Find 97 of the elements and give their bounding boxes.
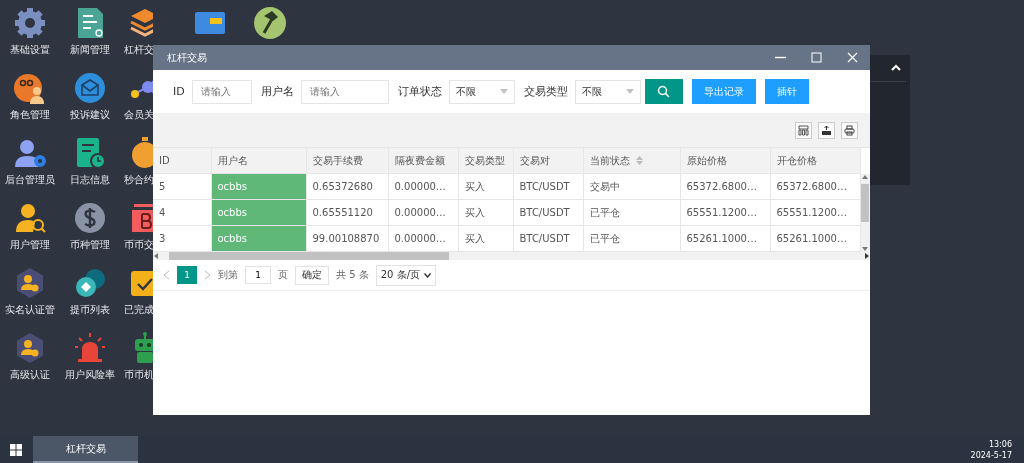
close-icon[interactable] — [846, 52, 858, 63]
scroll-left-icon[interactable] — [153, 253, 159, 259]
table-cell: 买入 — [458, 225, 513, 252]
table-cell: 已平仓 — [583, 225, 680, 252]
app-label[interactable]: 用户管理 — [10, 238, 50, 252]
column-header[interactable]: 交易对 — [513, 148, 583, 174]
search-button[interactable] — [644, 79, 683, 104]
app-label[interactable]: 秒合约 — [124, 173, 154, 187]
table-cell: 65372.6800… — [680, 173, 770, 200]
app-label[interactable]: 币种管理 — [70, 238, 110, 252]
table-cell: 65261.1000… — [770, 225, 860, 252]
table-cell: ocbbs — [211, 225, 306, 252]
table-cell: 3 — [153, 225, 211, 252]
dropdown-icon — [499, 89, 508, 94]
column-header[interactable]: 交易手续费 — [306, 148, 388, 174]
chevron-down-icon — [424, 272, 431, 278]
coins-icon[interactable] — [73, 266, 107, 300]
filter-label: 交易类型 — [523, 84, 568, 99]
table-cell: 4 — [153, 199, 211, 226]
app-label[interactable]: 实名认证管 — [5, 303, 55, 317]
maximize-icon[interactable] — [810, 52, 822, 63]
export-icon — [821, 124, 832, 136]
table-cell: 0.00000… — [388, 225, 458, 252]
page-input[interactable]: 1 — [245, 266, 271, 284]
select-field[interactable]: 不限 — [448, 79, 515, 104]
confirm-button[interactable]: 确定 — [295, 265, 329, 285]
columns-button[interactable] — [795, 121, 812, 139]
window-title: 杠杆交易 — [167, 50, 208, 65]
filter-label: ID — [173, 85, 185, 98]
table-cell: 65551.1200… — [770, 199, 860, 226]
table-cell: BTC/USDT — [513, 225, 583, 252]
export-button[interactable] — [818, 121, 835, 139]
column-header[interactable]: ID — [153, 148, 211, 174]
windows-start-icon[interactable] — [10, 443, 22, 456]
input-field[interactable]: 请输入 — [300, 79, 389, 104]
table-cell: ocbbs — [211, 199, 306, 226]
table-cell: BTC/USDT — [513, 173, 583, 200]
app-label[interactable]: 用户风险率 — [65, 368, 115, 382]
app-label[interactable]: 杠杆交 — [124, 43, 154, 57]
table-cell: 交易中 — [583, 173, 680, 200]
clock-time: 13:06 — [988, 438, 1012, 450]
table-cell: 买入 — [458, 199, 513, 226]
table-cell: 65551.1200… — [680, 199, 770, 226]
page-unit-label: 页 — [278, 268, 288, 282]
column-header[interactable]: 原始价格 — [680, 148, 770, 174]
app-label[interactable]: 投诉建议 — [70, 108, 110, 122]
column-header[interactable]: 交易类型 — [458, 148, 513, 174]
app-label[interactable]: 提币列表 — [70, 303, 110, 317]
table-cell: 已平仓 — [583, 199, 680, 226]
filter-label: 用户名 — [260, 84, 294, 99]
table-cell: 65261.1000… — [680, 225, 770, 252]
app-label[interactable]: 币币交 — [124, 238, 154, 252]
table-cell: 0.00000… — [388, 199, 458, 226]
total-count: 共 5 条 — [336, 268, 369, 282]
search-icon — [657, 85, 671, 98]
table-cell: 0.65372680 — [306, 173, 388, 200]
scroll-up-icon[interactable] — [862, 174, 869, 180]
user-search-icon[interactable] — [13, 201, 47, 235]
clock-date: 2024-5-17 — [970, 449, 1012, 461]
caret-icon[interactable] — [890, 63, 902, 73]
goto-label: 到第 — [218, 268, 238, 282]
app-label[interactable]: 角色管理 — [10, 108, 50, 122]
table-cell: 5 — [153, 173, 211, 200]
table-cell: 买入 — [458, 173, 513, 200]
app-label[interactable]: 高级认证 — [10, 368, 50, 382]
table-cell: BTC/USDT — [513, 199, 583, 226]
gear-icon[interactable] — [13, 6, 47, 40]
table-cell: 99.00108870 — [306, 225, 388, 252]
dollar-coin-icon[interactable] — [73, 201, 107, 235]
table-cell: 0.65551120 — [306, 199, 388, 226]
print-button[interactable] — [841, 121, 858, 139]
table-cell: ocbbs — [211, 173, 306, 200]
app-label[interactable]: 会员关 — [124, 108, 154, 122]
app-label[interactable]: 日志信息 — [70, 173, 110, 187]
select-field[interactable]: 不限 — [574, 79, 641, 104]
alarm-icon[interactable] — [73, 331, 107, 365]
column-header[interactable]: 用户名 — [211, 148, 306, 174]
print-icon — [844, 124, 855, 136]
taskbar-item[interactable]: 杠杆交易 — [33, 436, 138, 463]
dropdown-icon — [625, 89, 634, 94]
vertical-scrollbar[interactable] — [860, 174, 870, 252]
app-label[interactable]: 后台管理员 — [5, 173, 55, 187]
app-label[interactable]: 基础设置 — [10, 43, 50, 57]
hammer-icon[interactable] — [253, 6, 287, 40]
mail-icon[interactable] — [73, 71, 107, 105]
page-size-select[interactable]: 20 条/页 — [375, 264, 436, 286]
person-icon[interactable] — [13, 71, 47, 105]
input-field[interactable]: 请输入 — [191, 79, 252, 104]
page-button[interactable]: 1 — [177, 266, 197, 284]
filter-label: 订单状态 — [397, 84, 442, 99]
table-cell: 65372.6800… — [770, 173, 860, 200]
column-header[interactable]: 开仓价格 — [770, 148, 860, 174]
column-header[interactable]: 隔夜费金额 — [388, 148, 458, 174]
table-cell: 0.00000… — [388, 173, 458, 200]
horizontal-scrollbar[interactable] — [153, 252, 870, 260]
app-label[interactable]: 新闻管理 — [70, 43, 110, 57]
column-header[interactable]: 当前状态 — [583, 148, 680, 174]
